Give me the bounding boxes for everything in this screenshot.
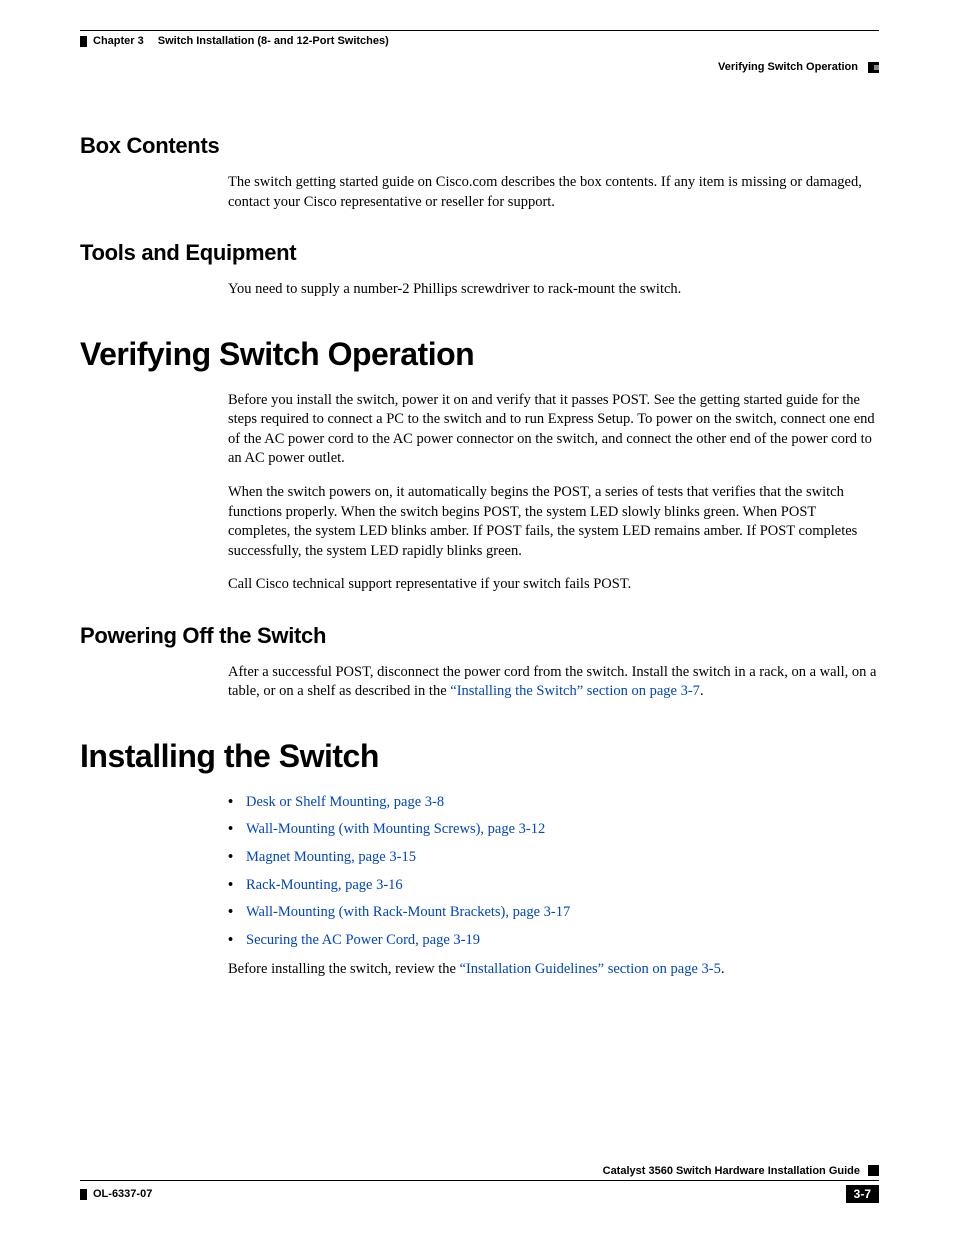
footer-left-marker-icon [80,1189,87,1200]
guide-title: Catalyst 3560 Switch Hardware Installati… [603,1165,860,1177]
footer-top: Catalyst 3560 Switch Hardware Installati… [80,1165,879,1181]
cross-ref-link[interactable]: Magnet Mounting, page 3-15 [246,849,416,865]
footer-left: OL-6337-07 [80,1188,152,1200]
page-container: Chapter 3 Switch Installation (8- and 12… [0,0,954,1235]
page-footer: Catalyst 3560 Switch Hardware Installati… [80,1165,879,1203]
cross-ref-link[interactable]: Desk or Shelf Mounting, page 3-8 [246,794,444,810]
cross-ref-link[interactable]: Securing the AC Power Cord, page 3-19 [246,932,480,948]
cross-ref-link[interactable]: “Installation Guidelines” section on pag… [460,961,721,977]
heading-verifying: Verifying Switch Operation [80,336,879,373]
paragraph: Call Cisco technical support representat… [228,575,879,595]
heading-installing: Installing the Switch [80,738,879,775]
page-subheader: Verifying Switch Operation [80,61,879,73]
heading-box-contents: Box Contents [80,133,879,159]
body-box-contents: The switch getting started guide on Cisc… [228,173,879,212]
list-item: Wall-Mounting (with Mounting Screws), pa… [228,820,879,840]
chapter-marker-icon [80,36,87,47]
text: Before installing the switch, review the [228,961,460,977]
text: . [721,961,725,977]
section-title: Verifying Switch Operation [718,61,858,73]
cross-ref-link[interactable]: Rack-Mounting, page 3-16 [246,877,403,893]
paragraph: You need to supply a number-2 Phillips s… [228,280,879,300]
heading-powering-off: Powering Off the Switch [80,623,879,649]
list-item: Securing the AC Power Cord, page 3-19 [228,931,879,951]
paragraph: Before installing the switch, review the… [228,960,879,980]
chapter-title: Switch Installation (8- and 12-Port Swit… [158,35,389,47]
footer-bottom: OL-6337-07 3-7 [80,1181,879,1203]
paragraph: After a successful POST, disconnect the … [228,663,879,702]
cross-ref-link[interactable]: Wall-Mounting (with Mounting Screws), pa… [246,821,545,837]
cross-ref-link[interactable]: Wall-Mounting (with Rack-Mount Brackets)… [246,904,570,920]
section-marker-icon [868,62,879,73]
paragraph: Before you install the switch, power it … [228,391,879,469]
footer-marker-icon [868,1165,879,1176]
installing-toc-list: Desk or Shelf Mounting, page 3-8 Wall-Mo… [228,793,879,950]
paragraph: The switch getting started guide on Cisc… [228,173,879,212]
page-number: 3-7 [846,1185,879,1203]
doc-number: OL-6337-07 [93,1188,152,1200]
header-rule [80,30,879,31]
paragraph: When the switch powers on, it automatica… [228,483,879,561]
body-tools: You need to supply a number-2 Phillips s… [228,280,879,300]
list-item: Wall-Mounting (with Rack-Mount Brackets)… [228,903,879,923]
heading-tools: Tools and Equipment [80,240,879,266]
list-item: Desk or Shelf Mounting, page 3-8 [228,793,879,813]
body-verifying: Before you install the switch, power it … [228,391,879,595]
page-header: Chapter 3 Switch Installation (8- and 12… [80,35,879,61]
body-installing-after: Before installing the switch, review the… [228,960,879,980]
cross-ref-link[interactable]: “Installing the Switch” section on page … [450,683,700,699]
list-item: Rack-Mounting, page 3-16 [228,876,879,896]
body-powering-off: After a successful POST, disconnect the … [228,663,879,702]
chapter-label: Chapter 3 [93,35,144,47]
list-item: Magnet Mounting, page 3-15 [228,848,879,868]
text: . [700,683,704,699]
